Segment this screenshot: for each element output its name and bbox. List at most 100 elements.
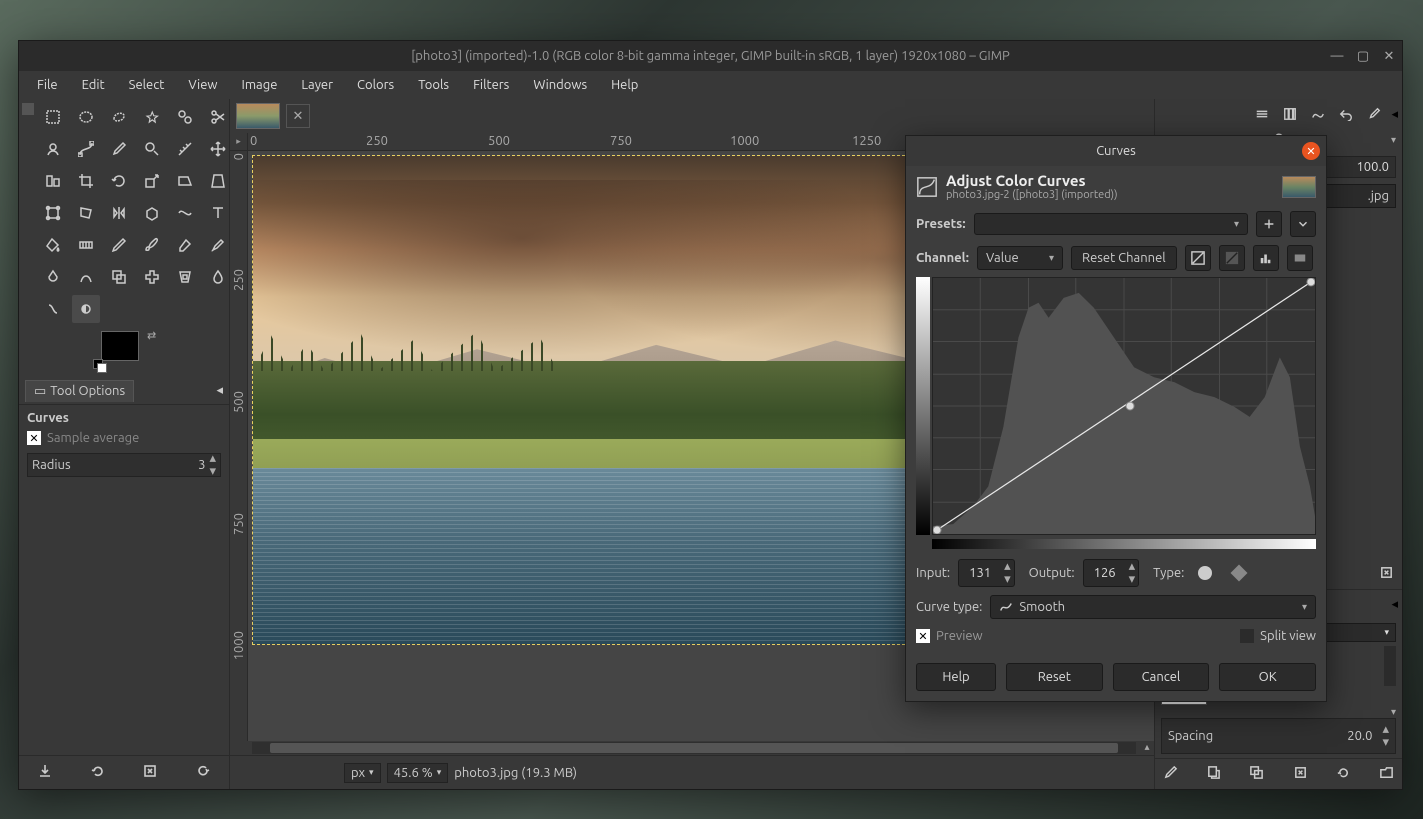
undo-tab-icon[interactable] — [1333, 102, 1359, 126]
tool-paths[interactable] — [72, 135, 100, 163]
input-field[interactable]: ▴▾ — [958, 559, 1015, 587]
tool-flip[interactable] — [105, 199, 133, 227]
tool-perspective-clone[interactable] — [171, 263, 199, 291]
new-brush-icon[interactable] — [1206, 765, 1221, 783]
ok-button[interactable]: OK — [1219, 663, 1316, 691]
tool-cage[interactable] — [138, 199, 166, 227]
tool-rotate[interactable] — [105, 167, 133, 195]
tool-perspective[interactable] — [204, 167, 232, 195]
dock-configure-icon[interactable]: ◂ — [216, 383, 223, 398]
channel-select[interactable]: Value▾ — [977, 246, 1063, 270]
menu-colors[interactable]: Colors — [347, 74, 404, 96]
reset-preset-icon[interactable] — [195, 763, 211, 782]
menu-help[interactable]: Help — [601, 74, 648, 96]
curves-plot[interactable] — [932, 277, 1316, 535]
color-swatch[interactable]: ⇄ — [39, 329, 229, 377]
vertical-ruler[interactable]: 0 250 500 750 1000 — [230, 151, 248, 741]
tool-mypaint[interactable] — [72, 263, 100, 291]
tool-options-tab[interactable]: ▭Tool Options — [25, 380, 134, 402]
tool-handle-transform[interactable] — [72, 199, 100, 227]
tool-free-select[interactable] — [105, 103, 133, 131]
menu-image[interactable]: Image — [232, 74, 288, 96]
tool-heal[interactable] — [138, 263, 166, 291]
tool-unified-transform[interactable] — [39, 199, 67, 227]
delete-layer2-icon[interactable] — [1379, 565, 1394, 583]
reset-button[interactable]: Reset — [1006, 663, 1103, 691]
preset-menu-button[interactable] — [1290, 211, 1316, 237]
right-dock-cfg2-icon[interactable]: ◂ — [1391, 597, 1398, 612]
tool-foreground-select[interactable] — [39, 135, 67, 163]
menu-filters[interactable]: Filters — [463, 74, 519, 96]
tool-scale[interactable] — [138, 167, 166, 195]
tool-blur[interactable] — [204, 263, 232, 291]
image-tab-thumb[interactable] — [236, 103, 280, 129]
minimize-button[interactable]: — — [1330, 49, 1344, 63]
curves-titlebar[interactable]: Curves ✕ — [906, 136, 1326, 166]
tool-eraser[interactable] — [171, 231, 199, 259]
menu-view[interactable]: View — [178, 74, 227, 96]
tool-ink[interactable] — [39, 263, 67, 291]
preview-checkbox[interactable]: ✕ — [916, 629, 930, 643]
brush-tab-icon[interactable] — [1361, 102, 1387, 126]
zoom-select[interactable]: 45.6 %▾ — [387, 763, 449, 783]
tool-text[interactable] — [204, 199, 232, 227]
menu-windows[interactable]: Windows — [523, 74, 597, 96]
restore-preset-icon[interactable] — [90, 763, 106, 782]
curves-close-button[interactable]: ✕ — [1302, 142, 1320, 160]
point-type-diamond[interactable] — [1226, 560, 1252, 586]
tool-dodge-burn[interactable] — [72, 295, 100, 323]
horizontal-scrollbar[interactable]: ▴ — [230, 741, 1154, 755]
tool-ellipse-select[interactable] — [72, 103, 100, 131]
brush-scroll[interactable] — [1384, 646, 1396, 686]
layers-tab-icon[interactable] — [1249, 102, 1275, 126]
tool-warp[interactable] — [171, 199, 199, 227]
tool-zoom[interactable] — [138, 135, 166, 163]
collapse2-icon[interactable]: ▾ — [1391, 134, 1396, 146]
maximize-button[interactable]: ▢ — [1356, 49, 1370, 63]
sample-average-checkbox[interactable]: ✕ — [27, 431, 41, 445]
menu-edit[interactable]: Edit — [72, 74, 115, 96]
save-preset-icon[interactable] — [37, 763, 53, 782]
tool-shear[interactable] — [171, 167, 199, 195]
paths-tab-icon[interactable] — [1305, 102, 1331, 126]
tool-bucket-fill[interactable] — [39, 231, 67, 259]
output-field[interactable]: ▴▾ — [1083, 559, 1140, 587]
tool-scissors[interactable] — [204, 103, 232, 131]
menu-layer[interactable]: Layer — [291, 74, 343, 96]
ruler-origin[interactable]: ▸ — [230, 133, 248, 151]
menu-file[interactable]: File — [27, 74, 68, 96]
delete-preset-icon[interactable] — [142, 763, 158, 782]
tool-measure[interactable] — [171, 135, 199, 163]
channels-tab-icon[interactable] — [1277, 102, 1303, 126]
histogram-log-icon[interactable] — [1219, 245, 1245, 271]
preset-add-button[interactable] — [1256, 211, 1282, 237]
tool-clone[interactable] — [105, 263, 133, 291]
tool-smudge[interactable] — [39, 295, 67, 323]
menu-select[interactable]: Select — [119, 74, 175, 96]
reset-channel-button[interactable]: Reset Channel — [1071, 246, 1177, 270]
tool-pencil[interactable] — [105, 231, 133, 259]
curve-type-select[interactable]: Smooth▾ — [990, 595, 1316, 619]
tool-fuzzy-select[interactable] — [138, 103, 166, 131]
presets-select[interactable]: ▾ — [974, 213, 1248, 235]
dup-brush-icon[interactable] — [1249, 765, 1264, 783]
tool-crop[interactable] — [72, 167, 100, 195]
unit-select[interactable]: px▾ — [344, 763, 381, 783]
right-dock-cfg-icon[interactable]: ◂ — [1391, 107, 1398, 122]
tool-gradient[interactable] — [72, 231, 100, 259]
cancel-button[interactable]: Cancel — [1113, 663, 1210, 691]
close-button[interactable]: ✕ — [1382, 49, 1396, 63]
histogram-4-icon[interactable] — [1287, 245, 1313, 271]
tool-align[interactable] — [39, 167, 67, 195]
tool-move[interactable] — [204, 135, 232, 163]
split-view-checkbox[interactable] — [1240, 629, 1254, 643]
del-brush-icon[interactable] — [1293, 765, 1308, 783]
point-type-circle[interactable] — [1192, 560, 1218, 586]
tool-paintbrush[interactable] — [138, 231, 166, 259]
histogram-linear-icon[interactable] — [1185, 245, 1211, 271]
histogram-3-icon[interactable] — [1253, 245, 1279, 271]
tool-airbrush[interactable] — [204, 231, 232, 259]
refresh-brush-icon[interactable] — [1336, 765, 1351, 783]
tool-rect-select[interactable] — [39, 103, 67, 131]
open-brush-icon[interactable] — [1379, 765, 1394, 783]
